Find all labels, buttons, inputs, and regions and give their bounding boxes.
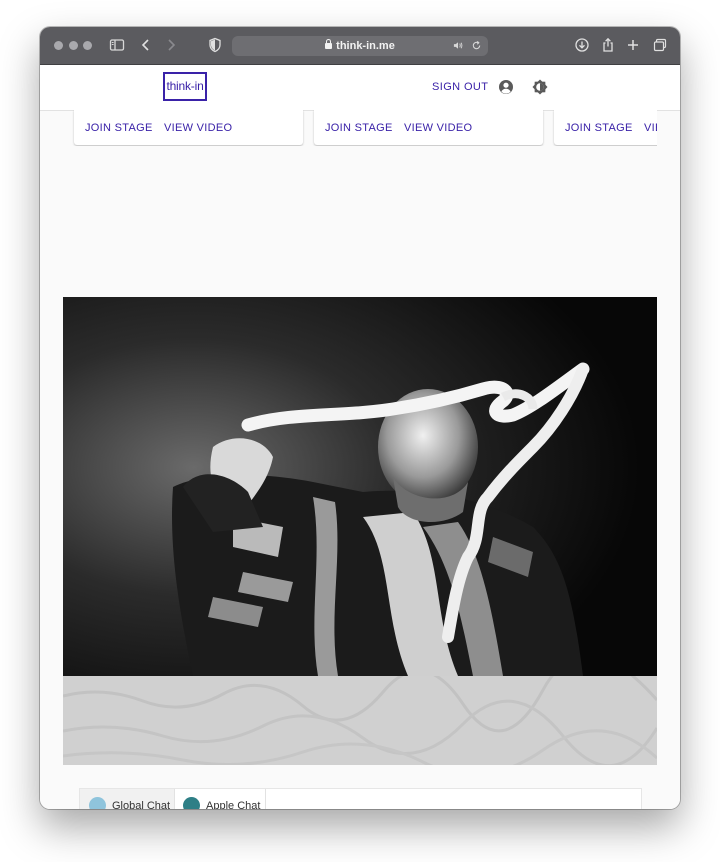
join-stage-button[interactable]: JOIN STAGE — [85, 122, 153, 134]
video-player[interactable] — [63, 297, 657, 676]
lock-icon — [325, 39, 333, 49]
privacy-shield-icon[interactable] — [207, 37, 223, 53]
join-stage-button[interactable]: JOIN STAGE — [325, 122, 393, 134]
web-page: think-in SIGN OUT JOIN STAGE VIEW VIDEO … — [40, 65, 680, 809]
account-icon[interactable] — [498, 79, 514, 95]
global-chat-avatar — [89, 797, 106, 809]
tab-global-chat[interactable]: Global Chat — [80, 789, 175, 809]
tab-apple-chat[interactable]: Apple Chat — [174, 789, 266, 809]
url-text: think-in.me — [336, 40, 395, 52]
tab-label: Global Chat — [112, 800, 171, 809]
view-video-button[interactable]: VIEW VIDEO — [644, 122, 657, 134]
stage-card: JOIN STAGE VIEW VIDEO — [554, 110, 657, 145]
view-video-button[interactable]: VIEW VIDEO — [164, 122, 232, 134]
zoom-window-button[interactable] — [83, 41, 92, 50]
new-tab-icon[interactable] — [625, 37, 641, 53]
download-icon[interactable] — [574, 37, 590, 53]
video-letterbox — [63, 676, 657, 765]
browser-window: think-in.me think-in SIGN OUT JOIN STAGE… — [40, 27, 680, 809]
share-icon[interactable] — [600, 37, 616, 53]
site-logo[interactable]: think-in — [163, 72, 207, 101]
close-window-button[interactable] — [54, 41, 63, 50]
stage-card: JOIN STAGE VIEW VIDEO — [74, 110, 303, 145]
join-stage-button[interactable]: JOIN STAGE — [565, 122, 633, 134]
tab-label: Apple Chat — [206, 800, 261, 809]
forward-icon[interactable] — [163, 37, 179, 53]
view-video-button[interactable]: VIEW VIDEO — [404, 122, 472, 134]
back-icon[interactable] — [138, 37, 154, 53]
address-bar[interactable]: think-in.me — [232, 36, 488, 56]
reload-icon[interactable] — [471, 40, 482, 51]
stage-card: JOIN STAGE VIEW VIDEO — [314, 110, 543, 145]
browser-toolbar: think-in.me — [40, 27, 680, 65]
theme-toggle-icon[interactable] — [532, 79, 548, 95]
apple-chat-avatar — [183, 797, 200, 809]
audio-icon[interactable] — [453, 40, 464, 51]
sign-out-button[interactable]: SIGN OUT — [432, 81, 488, 93]
chat-tabs: Global Chat Apple Chat — [79, 788, 642, 809]
sidebar-icon[interactable] — [109, 37, 125, 53]
app-header: think-in SIGN OUT — [40, 65, 680, 111]
stage-card-row: JOIN STAGE VIEW VIDEO JOIN STAGE VIEW VI… — [40, 110, 657, 146]
tab-overview-icon[interactable] — [652, 37, 668, 53]
minimize-window-button[interactable] — [69, 41, 78, 50]
